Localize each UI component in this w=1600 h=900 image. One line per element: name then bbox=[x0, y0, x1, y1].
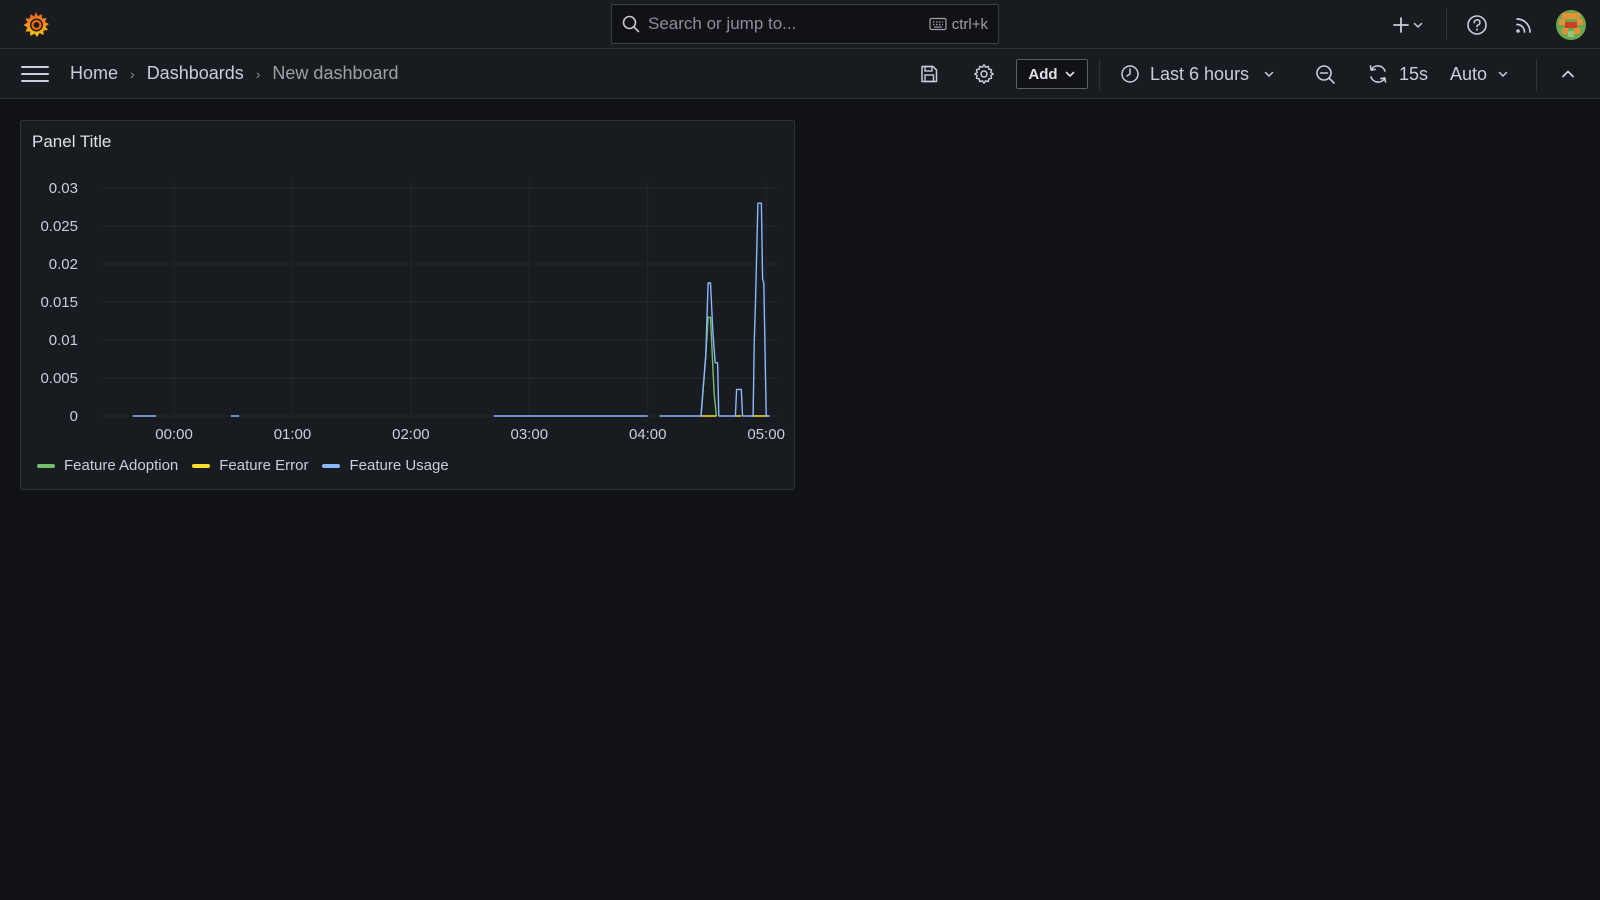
breadcrumb-home[interactable]: Home bbox=[70, 63, 118, 84]
series-line-feature-usage bbox=[132, 202, 770, 417]
dashboard-settings-button[interactable] bbox=[970, 61, 998, 87]
legend-label: Feature Adoption bbox=[64, 457, 179, 474]
refresh-icon bbox=[1369, 65, 1387, 83]
rss-icon bbox=[1516, 18, 1531, 33]
refresh-mode-picker[interactable]: Auto bbox=[1450, 61, 1509, 87]
news-button[interactable] bbox=[1509, 10, 1539, 40]
help-button[interactable] bbox=[1462, 10, 1492, 40]
chevron-down-icon bbox=[1065, 71, 1074, 77]
y-tick-label: 0.025 bbox=[40, 218, 78, 235]
x-tick-label: 01:00 bbox=[274, 426, 312, 443]
chevron-down-icon bbox=[1413, 22, 1423, 28]
dashboard-toolbar: Home › Dashboards › New dashboard Add La… bbox=[0, 49, 1600, 99]
chart-legend: Feature Adoption Feature Error Feature U… bbox=[37, 457, 449, 474]
legend-item-feature-usage[interactable]: Feature Usage bbox=[322, 457, 449, 474]
top-bar: Search or jump to... ctrl+k bbox=[0, 0, 1600, 49]
chevron-up-icon bbox=[1562, 70, 1574, 78]
y-tick-label: 0.015 bbox=[40, 294, 78, 311]
search-placeholder: Search or jump to... bbox=[648, 14, 797, 33]
breadcrumb-dashboards[interactable]: Dashboards bbox=[147, 63, 244, 84]
x-tick-label: 00:00 bbox=[155, 426, 193, 443]
chevron-right-icon: › bbox=[130, 65, 135, 82]
chevron-down-icon bbox=[1498, 71, 1508, 77]
x-tick-label: 03:00 bbox=[511, 426, 549, 443]
refresh-button[interactable]: 15s bbox=[1367, 61, 1428, 87]
breadcrumb: Home › Dashboards › New dashboard bbox=[70, 63, 399, 84]
x-tick-label: 02:00 bbox=[392, 426, 430, 443]
refresh-mode-label: Auto bbox=[1450, 63, 1488, 84]
zoom-out-button[interactable] bbox=[1312, 61, 1338, 87]
zoom-out-icon bbox=[1316, 65, 1335, 84]
refresh-interval-label: 15s bbox=[1399, 63, 1429, 84]
save-icon bbox=[921, 65, 938, 83]
y-tick-label: 0.02 bbox=[49, 256, 78, 273]
timeseries-panel[interactable]: Panel Title 0 0.005 0.01 0.015 0.02 0.025 0.03… bbox=[20, 120, 795, 490]
plus-icon bbox=[1393, 17, 1409, 33]
search-icon bbox=[622, 15, 640, 33]
add-button[interactable]: Add bbox=[1016, 59, 1088, 89]
legend-label: Feature Usage bbox=[349, 457, 449, 474]
menu-button[interactable] bbox=[20, 63, 50, 85]
chevron-right-icon: › bbox=[255, 65, 261, 82]
y-tick-label: 0.03 bbox=[49, 180, 78, 197]
grafana-logo-icon[interactable] bbox=[20, 9, 52, 41]
help-icon bbox=[1467, 15, 1487, 35]
add-button-label: Add bbox=[1028, 65, 1058, 83]
x-tick-label: 04:00 bbox=[629, 426, 667, 443]
y-tick-label: 0 bbox=[70, 408, 78, 425]
keyboard-icon bbox=[929, 17, 947, 31]
breadcrumb-current: New dashboard bbox=[272, 63, 399, 83]
search-shortcut: ctrl+k bbox=[929, 16, 988, 33]
legend-swatch bbox=[37, 463, 55, 468]
legend-swatch bbox=[192, 463, 211, 468]
collapse-toolbar-button[interactable] bbox=[1555, 61, 1581, 87]
time-range-picker[interactable]: Last 6 hours bbox=[1120, 61, 1275, 87]
legend-swatch bbox=[322, 463, 341, 468]
x-tick-label: 05:00 bbox=[747, 426, 785, 443]
search-shortcut-text: ctrl+k bbox=[951, 15, 988, 33]
legend-label: Feature Error bbox=[219, 457, 309, 474]
user-avatar[interactable] bbox=[1556, 10, 1586, 40]
hamburger-icon bbox=[21, 66, 49, 82]
legend-item-feature-error[interactable]: Feature Error bbox=[192, 457, 308, 474]
clock-icon bbox=[1121, 65, 1139, 83]
divider bbox=[1536, 59, 1537, 91]
divider bbox=[1099, 59, 1100, 91]
search-input[interactable]: Search or jump to... ctrl+k bbox=[611, 4, 999, 44]
chevron-down-icon bbox=[1264, 71, 1274, 77]
y-tick-label: 0.01 bbox=[49, 332, 78, 349]
y-tick-label: 0.005 bbox=[40, 370, 78, 387]
save-dashboard-button[interactable] bbox=[915, 61, 943, 87]
divider bbox=[1446, 8, 1447, 40]
new-button[interactable] bbox=[1388, 10, 1428, 40]
legend-item-feature-adoption[interactable]: Feature Adoption bbox=[37, 457, 178, 474]
gear-icon bbox=[974, 64, 994, 84]
series-line-feature-adoption bbox=[700, 316, 718, 417]
time-range-label: Last 6 hours bbox=[1150, 63, 1250, 84]
timeseries-chart: 0 0.005 0.01 0.015 0.02 0.025 0.03 00:00 01:00 02… bbox=[40, 180, 785, 443]
